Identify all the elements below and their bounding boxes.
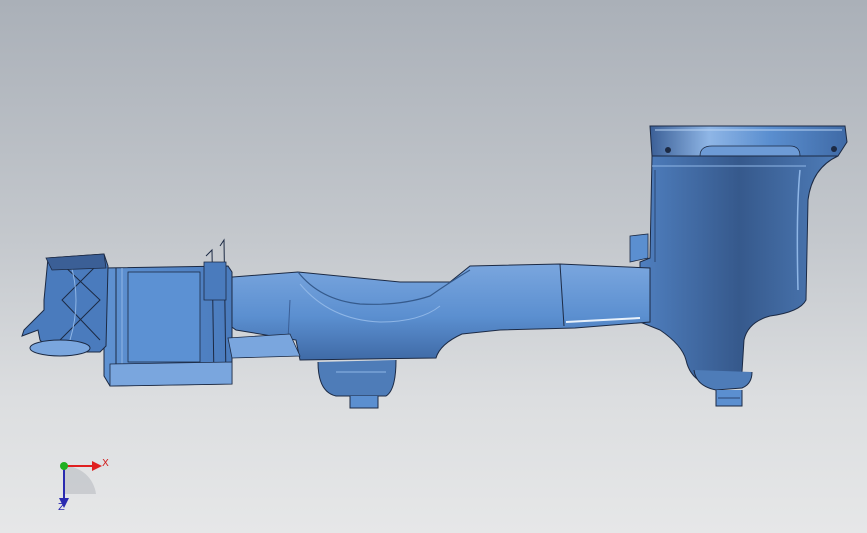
view-orientation-triad: X Z: [36, 452, 126, 522]
left-mount[interactable]: [21, 253, 109, 357]
x-axis-arrow-icon: [92, 461, 102, 471]
x-axis-label: X: [102, 458, 109, 469]
y-axis-point-icon: [60, 462, 68, 470]
z-axis-label: Z: [58, 502, 65, 513]
graphics-viewport[interactable]: X Z: [0, 0, 867, 533]
cad-part-model[interactable]: [0, 0, 867, 533]
right-tower[interactable]: [629, 125, 848, 407]
